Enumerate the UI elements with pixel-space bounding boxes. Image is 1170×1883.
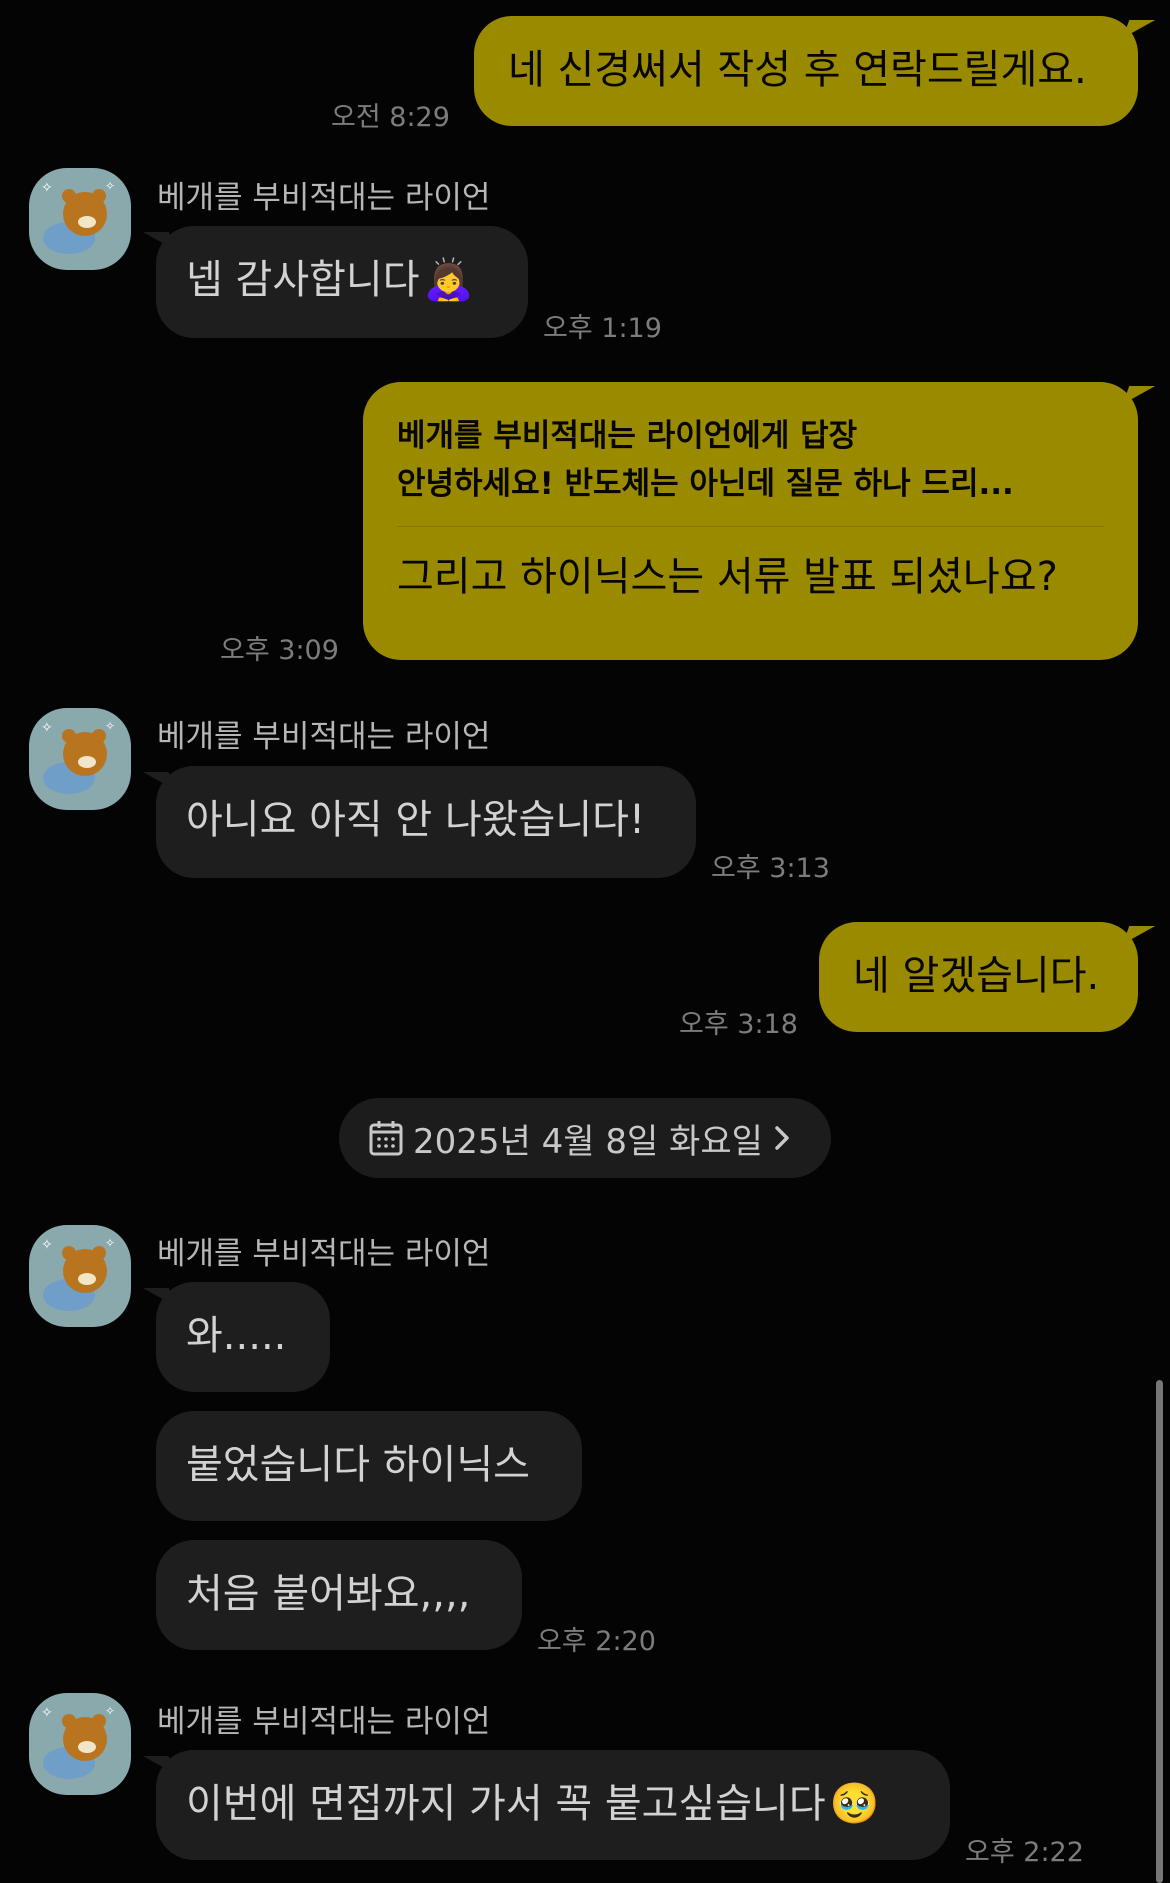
reply-divider: [397, 526, 1104, 527]
message-text: 네 신경써서 작성 후 연락드릴게요.: [508, 47, 1087, 93]
svg-text:✧: ✧: [41, 1237, 53, 1253]
message-text: 아니요 아직 안 나왔습니다!: [186, 797, 645, 843]
ryan-avatar-icon: ✧ ✧: [41, 179, 115, 254]
avatar[interactable]: ✧ ✧: [29, 1693, 131, 1795]
avatar[interactable]: ✧ ✧: [29, 708, 131, 810]
message-time: 오전 8:29: [331, 102, 450, 133]
message-text: 그리고 하이닉스는 서류 발표 되셨나요?: [397, 554, 1058, 600]
incoming-message-bubble[interactable]: 와.....: [156, 1282, 330, 1392]
svg-text:✧: ✧: [105, 179, 115, 193]
sender-name: 베개를 부비적대는 라이언: [157, 1704, 491, 1740]
scrollbar[interactable]: [1156, 1380, 1163, 1883]
incoming-message-bubble[interactable]: 붙었습니다 하이닉스: [156, 1411, 582, 1521]
svg-text:✧: ✧: [41, 720, 53, 736]
sender-name: 베개를 부비적대는 라이언: [157, 180, 491, 216]
message-text: 넵 감사합니다: [186, 257, 420, 303]
message-time: 오후 3:18: [679, 1009, 798, 1040]
ryan-avatar-icon: ✧ ✧: [41, 1704, 115, 1779]
svg-text:✧: ✧: [105, 1704, 115, 1718]
sender-name: 베개를 부비적대는 라이언: [157, 719, 491, 755]
message-text: 붙었습니다 하이닉스: [186, 1442, 530, 1488]
outgoing-reply-bubble[interactable]: 베개를 부비적대는 라이언에게 답장 안녕하세요! 반도체는 아닌데 질문 하나…: [363, 382, 1138, 660]
date-divider[interactable]: 2025년 4월 8일 화요일: [339, 1098, 831, 1178]
outgoing-message-bubble[interactable]: 네 알겠습니다.: [819, 922, 1138, 1032]
message-text: 와.....: [186, 1313, 287, 1359]
chevron-right-icon: [775, 1126, 789, 1150]
message-time: 오후 1:19: [543, 313, 662, 344]
avatar[interactable]: ✧ ✧: [29, 1225, 131, 1327]
outgoing-message-bubble[interactable]: 네 신경써서 작성 후 연락드릴게요.: [474, 16, 1138, 126]
svg-text:✧: ✧: [41, 1705, 53, 1721]
svg-text:✧: ✧: [105, 1236, 115, 1250]
bubble-tail: [1122, 386, 1156, 404]
incoming-message-bubble[interactable]: 넵 감사합니다 🙇‍♀️: [156, 226, 528, 338]
ryan-avatar-icon: ✧ ✧: [41, 1236, 115, 1311]
bowing-emoji: 🙇‍♀️: [423, 257, 474, 303]
incoming-message-bubble[interactable]: 아니요 아직 안 나왔습니다!: [156, 766, 696, 878]
bubble-tail: [1122, 20, 1156, 38]
incoming-message-bubble[interactable]: 이번에 면접까지 가서 꼭 붙고싶습니다 🥹: [156, 1750, 950, 1860]
date-label: 2025년 4월 8일 화요일: [413, 1121, 763, 1162]
incoming-message-bubble[interactable]: 처음 붙어봐요,,,,: [156, 1540, 522, 1650]
message-time: 오후 2:20: [537, 1626, 656, 1657]
svg-text:✧: ✧: [41, 180, 53, 196]
message-text: 이번에 면접까지 가서 꼭 붙고싶습니다: [186, 1781, 826, 1827]
reply-header: 베개를 부비적대는 라이언에게 답장: [397, 418, 858, 454]
bubble-tail: [1122, 926, 1156, 944]
calendar-icon: [369, 1121, 403, 1156]
pleading-face-emoji: 🥹: [829, 1781, 880, 1827]
svg-text:✧: ✧: [105, 719, 115, 733]
reply-quote[interactable]: 안녕하세요! 반도체는 아닌데 질문 하나 드리...: [397, 466, 1138, 502]
ryan-avatar-icon: ✧ ✧: [41, 719, 115, 794]
avatar[interactable]: ✧ ✧: [29, 168, 131, 270]
message-time: 오후 3:09: [220, 635, 339, 666]
message-text: 처음 붙어봐요,,,,: [186, 1571, 471, 1617]
message-text: 네 알겠습니다.: [853, 953, 1100, 999]
sender-name: 베개를 부비적대는 라이언: [157, 1236, 491, 1272]
message-time: 오후 3:13: [711, 853, 830, 884]
message-time: 오후 2:22: [965, 1837, 1084, 1868]
